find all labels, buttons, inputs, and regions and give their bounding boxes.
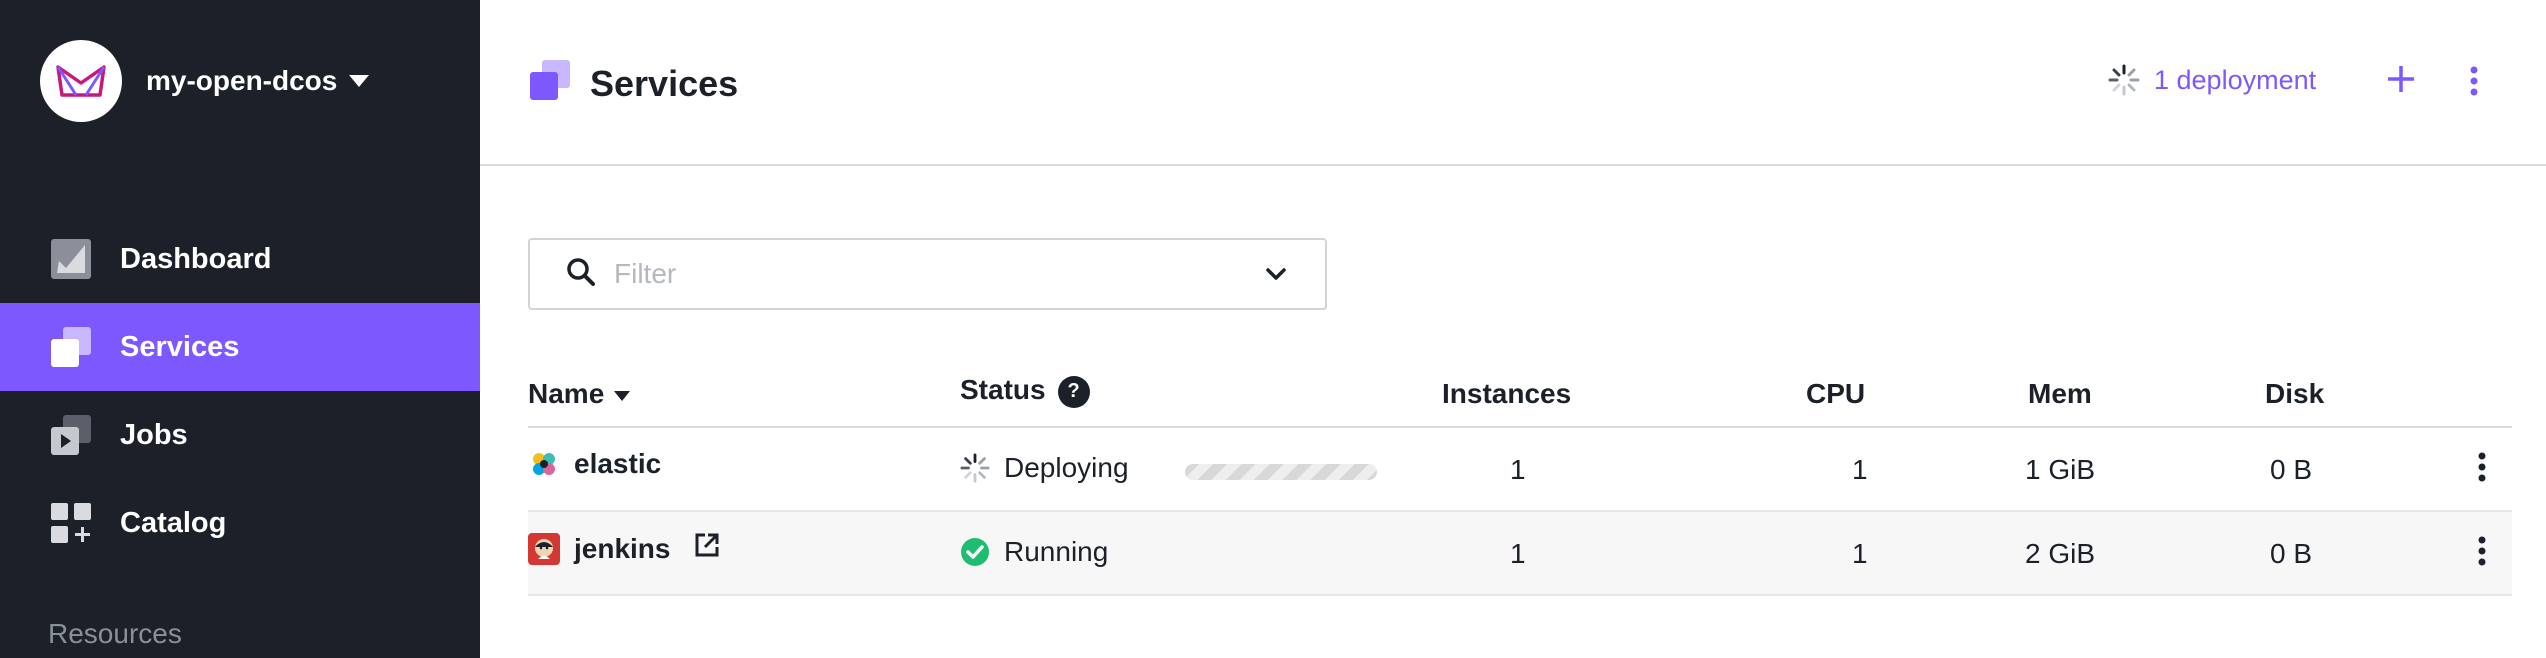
column-header-cpu[interactable]: CPU <box>1806 378 1865 410</box>
page-header: Services 1 deployment <box>480 0 2546 166</box>
sidebar: my-open-dcos Dashboard Services Jobs Cat… <box>0 0 480 658</box>
table-row[interactable]: elastic Deploying 1 1 1 GiB 0 B <box>528 428 2512 512</box>
table-row[interactable]: jenkins Running 1 1 2 GiB 0 B <box>528 512 2512 596</box>
column-header-mem[interactable]: Mem <box>2028 378 2092 410</box>
spinner-icon <box>960 453 990 483</box>
page-title: Services <box>590 62 739 104</box>
dcos-logo-icon <box>56 65 106 97</box>
plus-icon <box>2388 66 2414 92</box>
deployments-label: 1 deployment <box>2154 64 2317 95</box>
disk-cell: 0 B <box>2270 454 2313 485</box>
sidebar-item-jobs[interactable]: Jobs <box>0 391 480 479</box>
column-label: Status <box>960 374 1046 405</box>
deployment-progress-bar <box>1185 464 1377 480</box>
status-cell: Running <box>960 536 1108 568</box>
instances-cell: 1 <box>1510 454 1526 485</box>
dashboard-icon <box>50 238 92 280</box>
jenkins-icon <box>528 532 560 565</box>
sidebar-item-label: Services <box>120 330 240 363</box>
table-header: Name Status? Instances CPU Mem Disk <box>528 370 2512 428</box>
add-service-button[interactable] <box>2386 58 2416 102</box>
column-label: Name <box>528 378 605 409</box>
status-cell: Deploying <box>960 452 1129 484</box>
sidebar-item-services[interactable]: Services <box>0 303 480 391</box>
search-icon <box>566 257 596 292</box>
page-title-group: Services <box>530 60 738 107</box>
column-header-status[interactable]: Status? <box>960 374 1090 408</box>
sidebar-item-label: Catalog <box>120 506 227 539</box>
disk-cell: 0 B <box>2270 538 2313 569</box>
instances-cell: 1 <box>1510 538 1526 569</box>
kebab-icon <box>2478 536 2486 566</box>
status-text: Deploying <box>1004 452 1129 483</box>
sidebar-nav: Dashboard Services Jobs Catalog <box>0 215 480 567</box>
cluster-name: my-open-dcos <box>146 65 338 96</box>
service-name: jenkins <box>574 532 671 564</box>
service-name-cell[interactable]: jenkins <box>528 532 720 565</box>
sidebar-item-catalog[interactable]: Catalog <box>0 479 480 567</box>
status-text: Running <box>1004 536 1109 567</box>
chevron-down-icon[interactable] <box>1265 266 1287 287</box>
caret-down-icon <box>349 75 370 87</box>
filter-bar <box>528 238 1327 310</box>
spinner-icon <box>2108 64 2140 96</box>
services-icon <box>50 326 92 368</box>
check-circle-icon <box>961 538 989 566</box>
column-header-name[interactable]: Name <box>528 378 631 410</box>
jobs-icon <box>50 414 92 456</box>
sidebar-section-resources: Resources <box>48 618 182 649</box>
external-link-icon[interactable] <box>694 532 720 565</box>
row-actions-button[interactable] <box>2478 452 2486 487</box>
elastic-icon <box>528 448 560 480</box>
services-table: Name Status? Instances CPU Mem Disk elas… <box>528 370 2512 596</box>
more-actions-button[interactable] <box>2470 66 2478 101</box>
deployments-link[interactable]: 1 deployment <box>2108 64 2316 96</box>
catalog-icon <box>50 502 92 544</box>
mem-cell: 2 GiB <box>2025 538 2096 569</box>
cluster-dropdown[interactable]: my-open-dcos <box>40 40 370 122</box>
filter-input[interactable] <box>614 258 1234 290</box>
cluster-logo <box>40 40 122 122</box>
sidebar-item-dashboard[interactable]: Dashboard <box>0 215 480 303</box>
column-header-disk[interactable]: Disk <box>2265 378 2324 410</box>
row-actions-button[interactable] <box>2478 536 2486 571</box>
help-icon[interactable]: ? <box>1057 375 1090 408</box>
sort-down-icon <box>614 390 631 401</box>
service-name-cell[interactable]: elastic <box>528 448 661 480</box>
column-header-instances[interactable]: Instances <box>1442 378 1571 410</box>
cpu-cell: 1 <box>1852 538 1868 569</box>
cpu-cell: 1 <box>1852 454 1868 485</box>
service-name: elastic <box>574 448 662 479</box>
sidebar-item-label: Dashboard <box>120 242 272 275</box>
kebab-icon <box>2470 66 2478 96</box>
mem-cell: 1 GiB <box>2025 454 2096 485</box>
kebab-icon <box>2478 452 2486 482</box>
sidebar-item-label: Jobs <box>120 418 188 451</box>
services-icon <box>530 60 570 107</box>
